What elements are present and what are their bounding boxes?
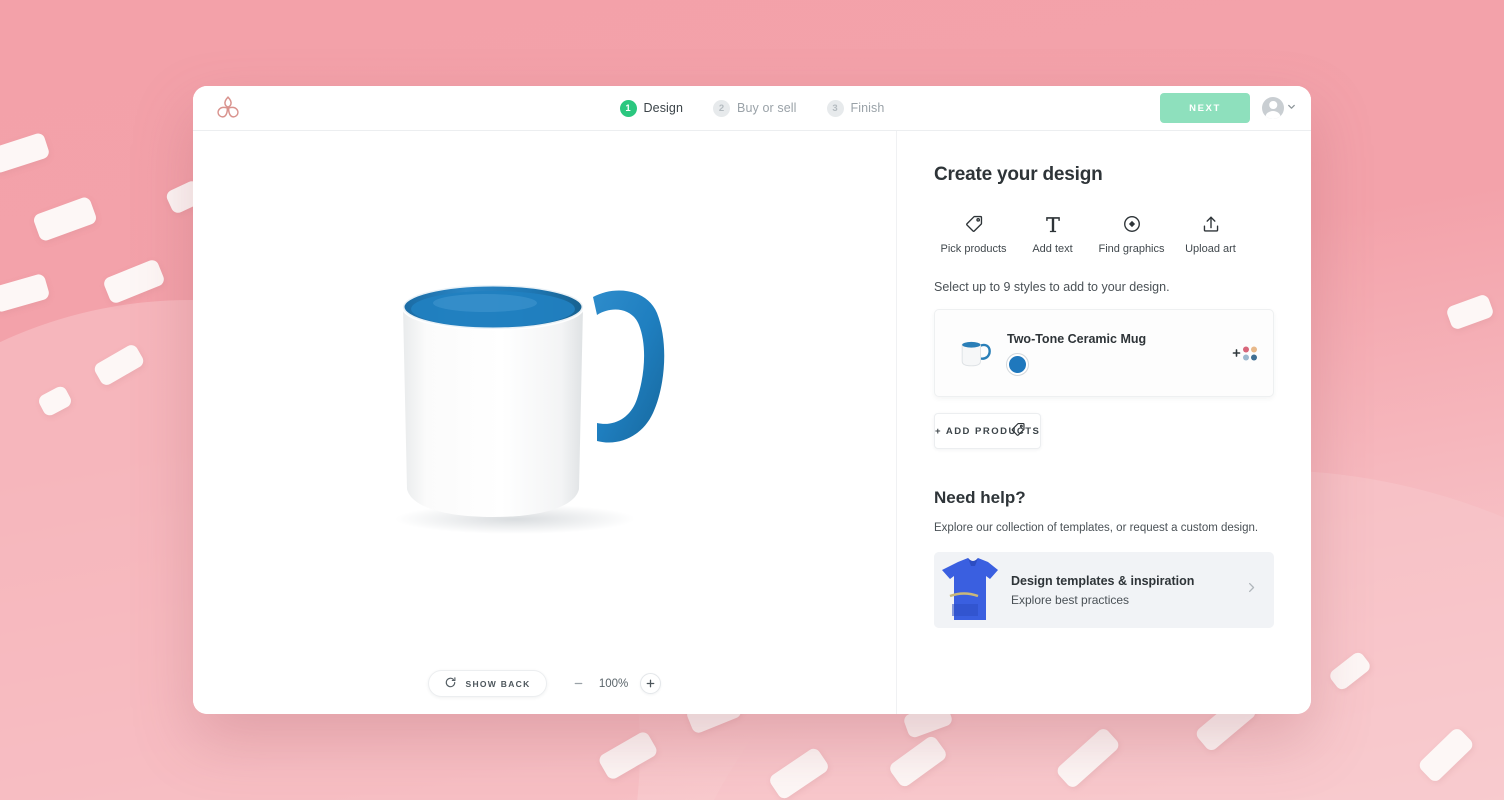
step-number: 1 xyxy=(619,99,637,117)
design-tools: Pick products Add text Find graphics Upl… xyxy=(934,212,1274,255)
product-card[interactable]: Two-Tone Ceramic Mug xyxy=(934,309,1274,397)
panel-title: Create your design xyxy=(934,164,1103,185)
top-bar: 1 Design 2 Buy or sell 3 Finish NEXT xyxy=(193,86,1311,131)
blue-tshirt-thumbnail-icon xyxy=(934,552,1008,628)
color-swatches xyxy=(1006,352,1146,376)
tool-pick-products[interactable]: Pick products xyxy=(934,212,1013,255)
zoom-in-button[interactable] xyxy=(639,673,661,694)
step-finish[interactable]: 3 Finish xyxy=(826,99,885,117)
top-bar-actions: NEXT xyxy=(1160,93,1297,123)
tool-label: Upload art xyxy=(1185,243,1236,255)
chevron-down-icon xyxy=(1286,99,1297,117)
tool-upload-art[interactable]: Upload art xyxy=(1171,212,1250,255)
avatar xyxy=(1262,97,1284,119)
step-design[interactable]: 1 Design xyxy=(619,99,684,117)
next-button[interactable]: NEXT xyxy=(1160,93,1250,123)
tag-icon xyxy=(964,212,984,234)
plus-icon xyxy=(1232,346,1241,361)
step-label: Finish xyxy=(850,101,885,115)
add-products-button[interactable]: + ADD PRODUCTS xyxy=(934,413,1042,449)
account-menu[interactable] xyxy=(1262,97,1297,119)
zoom-level: 100% xyxy=(598,677,629,690)
text-icon xyxy=(1043,212,1063,234)
product-info: Two-Tone Ceramic Mug xyxy=(1006,331,1147,376)
show-back-button[interactable]: SHOW BACK xyxy=(428,670,547,697)
progress-stepper: 1 Design 2 Buy or sell 3 Finish xyxy=(193,99,1311,117)
styles-hint: Select up to 9 styles to add to your des… xyxy=(934,280,1170,294)
help-card-text: Design templates & inspiration Explore b… xyxy=(1011,574,1194,607)
app-body: SHOW BACK 100% Create your design Pick p… xyxy=(193,131,1311,714)
help-card-title: Design templates & inspiration xyxy=(1011,573,1195,588)
mug-handle xyxy=(592,290,664,443)
add-colors-button[interactable] xyxy=(1232,346,1257,361)
help-subtitle: Explore our collection of templates, or … xyxy=(934,522,1259,534)
help-card-subtitle: Explore best practices xyxy=(1011,592,1130,607)
step-buy-or-sell[interactable]: 2 Buy or sell xyxy=(713,99,797,117)
upload-icon xyxy=(1201,212,1221,234)
mug-thumbnail-icon xyxy=(961,341,991,367)
tag-icon xyxy=(1010,422,1026,441)
zoom-out-button[interactable] xyxy=(569,674,588,693)
target-icon xyxy=(1122,212,1142,234)
color-dots-icon xyxy=(1243,346,1257,360)
rotate-icon xyxy=(444,676,457,692)
help-title: Need help? xyxy=(934,488,1026,507)
mug-preview-image xyxy=(394,283,664,534)
tool-find-graphics[interactable]: Find graphics xyxy=(1092,212,1171,255)
show-back-label: SHOW BACK xyxy=(465,678,531,689)
design-panel: Create your design Pick products Add tex… xyxy=(897,131,1311,714)
canvas-toolbar: SHOW BACK 100% xyxy=(193,670,896,697)
zoom-controls: 100% xyxy=(569,673,661,694)
design-templates-card[interactable]: Design templates & inspiration Explore b… xyxy=(934,552,1274,628)
tool-label: Add text xyxy=(1032,243,1073,255)
product-name: Two-Tone Ceramic Mug xyxy=(1007,331,1147,346)
chevron-right-icon[interactable] xyxy=(1245,581,1258,599)
step-label: Design xyxy=(643,101,684,115)
tool-add-text[interactable]: Add text xyxy=(1013,212,1092,255)
tool-label: Pick products xyxy=(940,243,1007,255)
product-preview xyxy=(193,227,896,547)
step-number: 3 xyxy=(826,99,844,117)
step-number: 2 xyxy=(713,99,731,117)
design-canvas[interactable]: SHOW BACK 100% xyxy=(193,131,897,714)
app-window: 1 Design 2 Buy or sell 3 Finish NEXT SHO… xyxy=(193,86,1311,714)
color-swatch-selected[interactable] xyxy=(1006,352,1029,376)
step-label: Buy or sell xyxy=(737,101,797,115)
sprout-leaf-logo-icon[interactable] xyxy=(215,94,241,122)
tool-label: Find graphics xyxy=(1098,243,1165,255)
